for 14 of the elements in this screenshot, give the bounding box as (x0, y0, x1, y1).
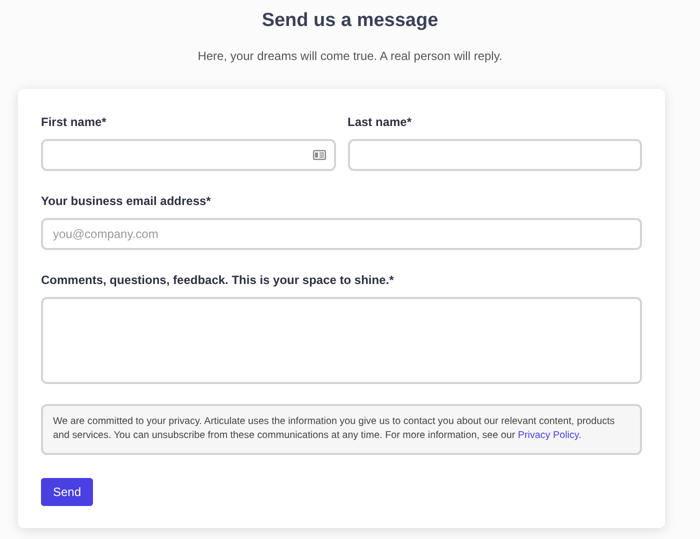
comments-field[interactable] (41, 296, 642, 384)
field-label: Comments, questions, feedback. This is your space to shine.* (41, 272, 395, 289)
input-field[interactable]: you@company.com (41, 218, 642, 250)
input-field[interactable] (41, 138, 336, 171)
field-label: Last name* (348, 114, 413, 131)
input-field[interactable] (348, 138, 642, 171)
page-subtitle: Here, your dreams will come true. A real person will reply. (196, 48, 504, 65)
privacy-policy-link[interactable]: Privacy Policy (518, 430, 579, 442)
privacy-notice: We are committed to your privacy. Articulate uses the information you give us to contact you about our relevant content, products and services. You can unsubscribe from these communications at any time. For more information, see our Privacy Policy. (41, 404, 642, 455)
send-button[interactable]: Send (41, 478, 94, 506)
field-label: First name* (41, 114, 108, 131)
contact-card-icon[interactable] (312, 150, 326, 160)
page-title: Send us a message (260, 10, 440, 33)
field-label: Your business email address* (41, 192, 212, 210)
